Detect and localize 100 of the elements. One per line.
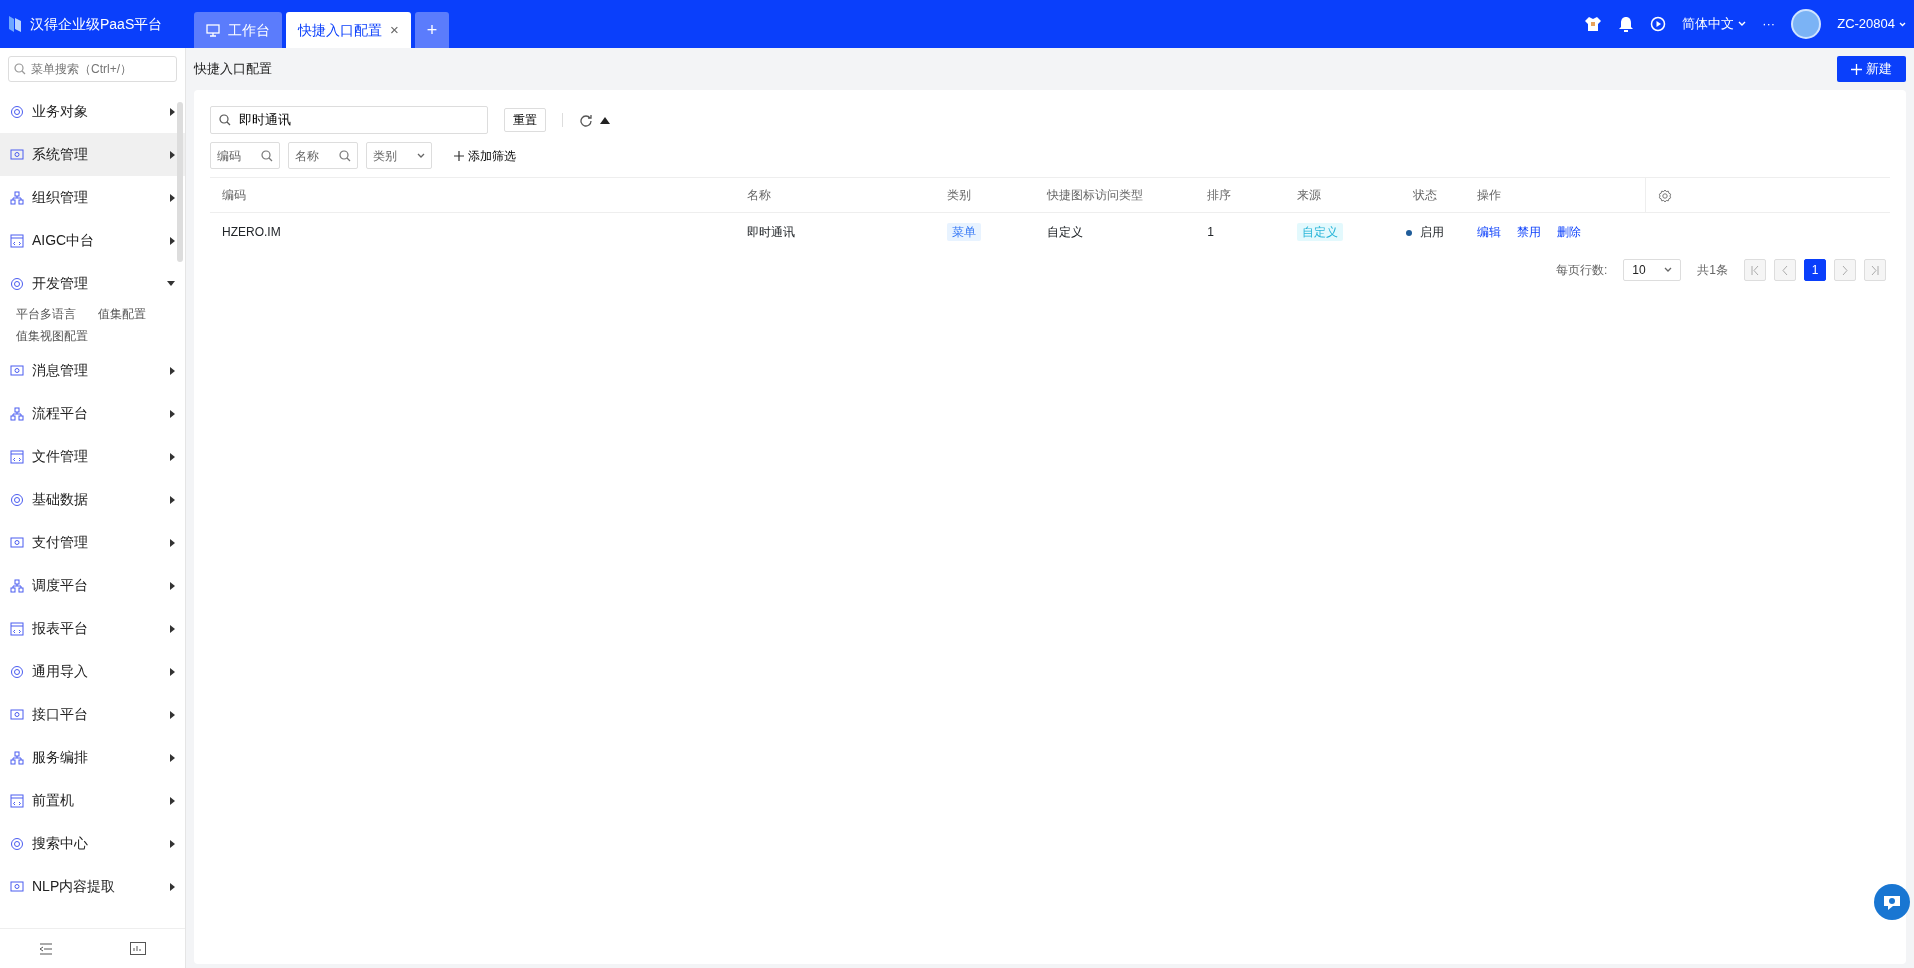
caret-icon xyxy=(167,281,175,286)
caret-icon xyxy=(170,796,175,805)
sidebar-item[interactable]: 系统管理 xyxy=(0,133,185,176)
table-cell: HZERO.IM xyxy=(222,225,281,239)
chevron-down-icon xyxy=(1899,21,1906,27)
column-header: 名称 xyxy=(735,178,936,213)
column-header: 操作 xyxy=(1465,178,1646,213)
hierarchy-icon xyxy=(10,750,24,765)
chart-icon[interactable] xyxy=(130,942,147,955)
submenu-link[interactable]: 值集配置 xyxy=(98,305,146,323)
monitor-icon xyxy=(206,23,220,37)
refresh-icon[interactable] xyxy=(579,113,592,127)
avatar[interactable] xyxy=(1791,9,1822,39)
sidebar-item[interactable]: 前置机 xyxy=(0,779,185,822)
page-size-select[interactable]: 10 xyxy=(1623,259,1682,281)
search-field[interactable]: 即时通讯 xyxy=(210,106,488,134)
plus-icon xyxy=(1851,63,1862,75)
play-icon[interactable] xyxy=(1650,16,1667,32)
table-cell: 即时通讯 xyxy=(747,225,796,239)
filter-chip[interactable]: 类别 xyxy=(366,142,432,169)
shirt-icon[interactable] xyxy=(1584,16,1603,32)
monitor-icon xyxy=(10,535,24,550)
caret-icon xyxy=(170,236,175,245)
sidebar-item[interactable]: 消息管理 xyxy=(0,349,185,392)
add-tab-button[interactable]: + xyxy=(414,12,450,48)
chevron-right-icon xyxy=(1842,265,1848,275)
hierarchy-icon xyxy=(10,406,24,421)
hierarchy-icon xyxy=(10,190,24,205)
scrollbar[interactable] xyxy=(177,102,183,262)
user-menu[interactable]: ZC-20804 xyxy=(1837,14,1906,34)
search-icon xyxy=(339,149,351,162)
caret-icon xyxy=(170,538,175,547)
column-header: 编码 xyxy=(210,178,736,213)
sidebar-item[interactable]: 调度平台 xyxy=(0,564,185,607)
sidebar-item[interactable]: 接口平台 xyxy=(0,693,185,736)
monitor-icon xyxy=(10,147,24,162)
triangle-up-icon[interactable] xyxy=(600,116,610,124)
gear-icon[interactable] xyxy=(1657,188,1672,203)
sidebar-item[interactable]: 报表平台 xyxy=(0,607,185,650)
submenu-link[interactable]: 值集视图配置 xyxy=(16,327,88,345)
bell-icon[interactable] xyxy=(1618,15,1635,33)
tab[interactable]: 快捷入口配置 × xyxy=(286,12,411,48)
sidebar-item[interactable]: NLP内容提取 xyxy=(0,865,185,908)
caret-icon xyxy=(170,882,175,891)
target-icon xyxy=(10,492,24,507)
table-cell: 1 xyxy=(1207,225,1215,239)
sidebar-item[interactable]: 基础数据 xyxy=(0,478,185,521)
caret-icon xyxy=(170,107,175,116)
action-link[interactable]: 禁用 xyxy=(1517,223,1542,241)
column-header: 状态 xyxy=(1385,178,1466,213)
search-icon xyxy=(14,63,26,75)
add-filter-button[interactable]: 添加筛选 xyxy=(448,145,522,166)
window-icon xyxy=(10,793,24,808)
more-button[interactable]: ··· xyxy=(1762,14,1776,34)
caret-icon xyxy=(170,150,175,159)
sidebar-item[interactable]: 通用导入 xyxy=(0,650,185,693)
caret-icon xyxy=(170,624,175,633)
caret-icon xyxy=(170,409,175,418)
close-button[interactable]: × xyxy=(390,18,399,42)
table-cell: 自定义 xyxy=(1047,225,1084,239)
language-select[interactable]: 简体中文 xyxy=(1682,14,1747,34)
tab[interactable]: 工作台 xyxy=(194,12,282,48)
caret-icon xyxy=(170,193,175,202)
help-chat-icon[interactable] xyxy=(1874,884,1910,920)
column-header: 来源 xyxy=(1285,178,1386,213)
sidebar-item[interactable]: AIGC中台 xyxy=(0,219,185,262)
caret-icon xyxy=(170,753,175,762)
target-icon xyxy=(10,836,24,851)
sidebar-item[interactable]: 搜索中心 xyxy=(0,822,185,865)
type-tag: 菜单 xyxy=(947,223,982,241)
sidebar-item[interactable]: 开发管理 xyxy=(0,262,185,305)
sidebar-item[interactable]: 流程平台 xyxy=(0,392,185,435)
column-header: 快捷图标访问类型 xyxy=(1035,178,1196,213)
sidebar-item[interactable]: 服务编排 xyxy=(0,736,185,779)
sidebar-item[interactable]: 文件管理 xyxy=(0,435,185,478)
caret-icon xyxy=(170,839,175,848)
caret-icon xyxy=(170,366,175,375)
action-link[interactable]: 删除 xyxy=(1557,223,1582,241)
submenu-link[interactable]: 平台多语言 xyxy=(16,305,76,323)
page-button[interactable]: 1 xyxy=(1804,259,1826,281)
caret-icon xyxy=(170,581,175,590)
collapse-icon[interactable] xyxy=(38,942,53,955)
column-header: 排序 xyxy=(1195,178,1286,213)
status-text: 启用 xyxy=(1420,225,1445,239)
sidebar-item[interactable]: 组织管理 xyxy=(0,176,185,219)
new-button[interactable]: 新建 xyxy=(1837,56,1906,82)
sidebar-item[interactable]: 业务对象 xyxy=(0,90,185,133)
page-title: 快捷入口配置 xyxy=(194,60,272,79)
filter-chip[interactable]: 编码 xyxy=(210,142,280,169)
search-icon xyxy=(261,149,273,162)
target-icon xyxy=(10,664,24,679)
window-icon xyxy=(10,621,24,636)
caret-icon xyxy=(170,452,175,461)
chevron-down-icon xyxy=(417,152,425,159)
sidebar-item[interactable]: 支付管理 xyxy=(0,521,185,564)
filter-chip[interactable]: 名称 xyxy=(288,142,358,169)
column-header: 类别 xyxy=(935,178,1036,213)
action-link[interactable]: 编辑 xyxy=(1477,223,1502,241)
reset-button[interactable]: 重置 xyxy=(504,108,546,132)
menu-search-field[interactable]: 菜单搜索（Ctrl+/） xyxy=(8,56,177,82)
